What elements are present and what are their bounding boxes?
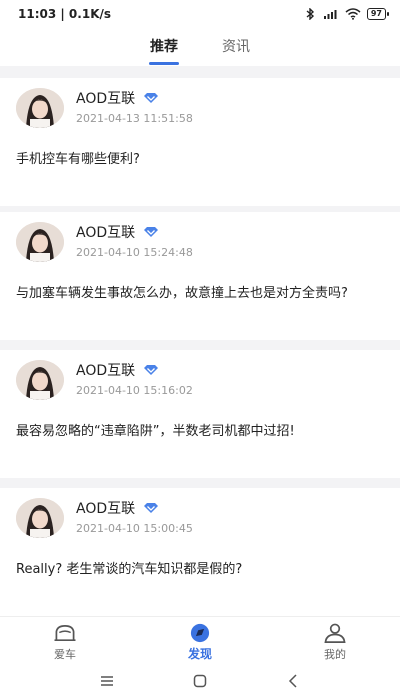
verified-diamond-icon bbox=[144, 503, 159, 513]
verified-diamond-icon bbox=[144, 365, 159, 375]
nav-item-mine[interactable]: 我的 bbox=[310, 617, 360, 662]
author-name: AOD互联 bbox=[76, 501, 136, 517]
status-time-speed: 11:03 | 0.1K/s bbox=[18, 7, 112, 21]
author-name: AOD互联 bbox=[76, 363, 136, 379]
battery-level: 97 bbox=[370, 9, 382, 18]
post-card[interactable]: AOD互联 2021-04-13 11:51:58 手机控车有哪些便利? bbox=[0, 78, 400, 206]
discover-icon bbox=[190, 623, 210, 643]
post-card[interactable]: AOD互联 2021-04-10 15:24:48 与加塞车辆发生事故怎么办，故… bbox=[0, 212, 400, 340]
menu-lines-icon bbox=[100, 676, 113, 686]
nav-label: 爱车 bbox=[54, 648, 76, 661]
author-name: AOD互联 bbox=[76, 225, 136, 241]
tab-news[interactable]: 资讯 bbox=[222, 36, 250, 56]
post-card[interactable]: AOD互联 2021-04-10 15:00:45 Really? 老生常谈的汽… bbox=[0, 488, 400, 616]
tab-recommend[interactable]: 推荐 bbox=[150, 36, 178, 56]
top-tabs: 推荐 资讯 bbox=[0, 28, 400, 66]
nav-item-car[interactable]: 爱车 bbox=[40, 617, 90, 662]
post-time: 2021-04-10 15:24:48 bbox=[76, 246, 193, 259]
bluetooth-icon bbox=[306, 8, 314, 20]
post-title: 最容易忽略的“违章陷阱”，半数老司机都中过招! bbox=[16, 424, 295, 439]
home-square-icon bbox=[193, 674, 207, 688]
verified-diamond-icon bbox=[144, 227, 159, 237]
post-title: Really? 老生常谈的汽车知识都是假的? bbox=[16, 562, 243, 577]
system-nav-bar bbox=[0, 662, 400, 700]
recent-apps-button[interactable] bbox=[97, 671, 117, 691]
post-header: AOD互联 2021-04-10 15:16:02 bbox=[16, 360, 193, 400]
avatar bbox=[16, 360, 64, 400]
avatar bbox=[16, 88, 64, 128]
battery-icon: 97 bbox=[366, 8, 390, 20]
post-time: 2021-04-10 15:00:45 bbox=[76, 522, 193, 535]
author-name: AOD互联 bbox=[76, 91, 136, 107]
avatar bbox=[16, 222, 64, 262]
home-button[interactable] bbox=[190, 671, 210, 691]
verified-diamond-icon bbox=[144, 93, 159, 103]
post-title: 与加塞车辆发生事故怎么办，故意撞上去也是对方全责吗? bbox=[16, 286, 348, 301]
nav-item-discover[interactable]: 发现 bbox=[175, 617, 225, 662]
post-title: 手机控车有哪些便利? bbox=[16, 152, 140, 167]
post-header: AOD互联 2021-04-10 15:24:48 bbox=[16, 222, 193, 262]
status-icons: 97 bbox=[303, 8, 390, 20]
avatar bbox=[16, 498, 64, 538]
back-chevron-icon bbox=[289, 674, 297, 688]
post-time: 2021-04-13 11:51:58 bbox=[76, 112, 193, 125]
nav-label: 发现 bbox=[187, 647, 212, 661]
post-header: AOD互联 2021-04-10 15:00:45 bbox=[16, 498, 193, 538]
back-button[interactable] bbox=[283, 671, 303, 691]
wifi-icon bbox=[345, 8, 361, 20]
car-icon bbox=[54, 625, 76, 642]
post-header: AOD互联 2021-04-13 11:51:58 bbox=[16, 88, 193, 128]
user-icon bbox=[324, 623, 346, 643]
post-card[interactable]: AOD互联 2021-04-10 15:16:02 最容易忽略的“违章陷阱”，半… bbox=[0, 350, 400, 478]
nav-label: 我的 bbox=[324, 648, 346, 661]
status-bar: 11:03 | 0.1K/s 97 bbox=[0, 0, 400, 28]
signal-hd-icon bbox=[323, 10, 337, 19]
bottom-nav: 爱车 发现 我的 bbox=[0, 616, 400, 662]
post-time: 2021-04-10 15:16:02 bbox=[76, 384, 193, 397]
